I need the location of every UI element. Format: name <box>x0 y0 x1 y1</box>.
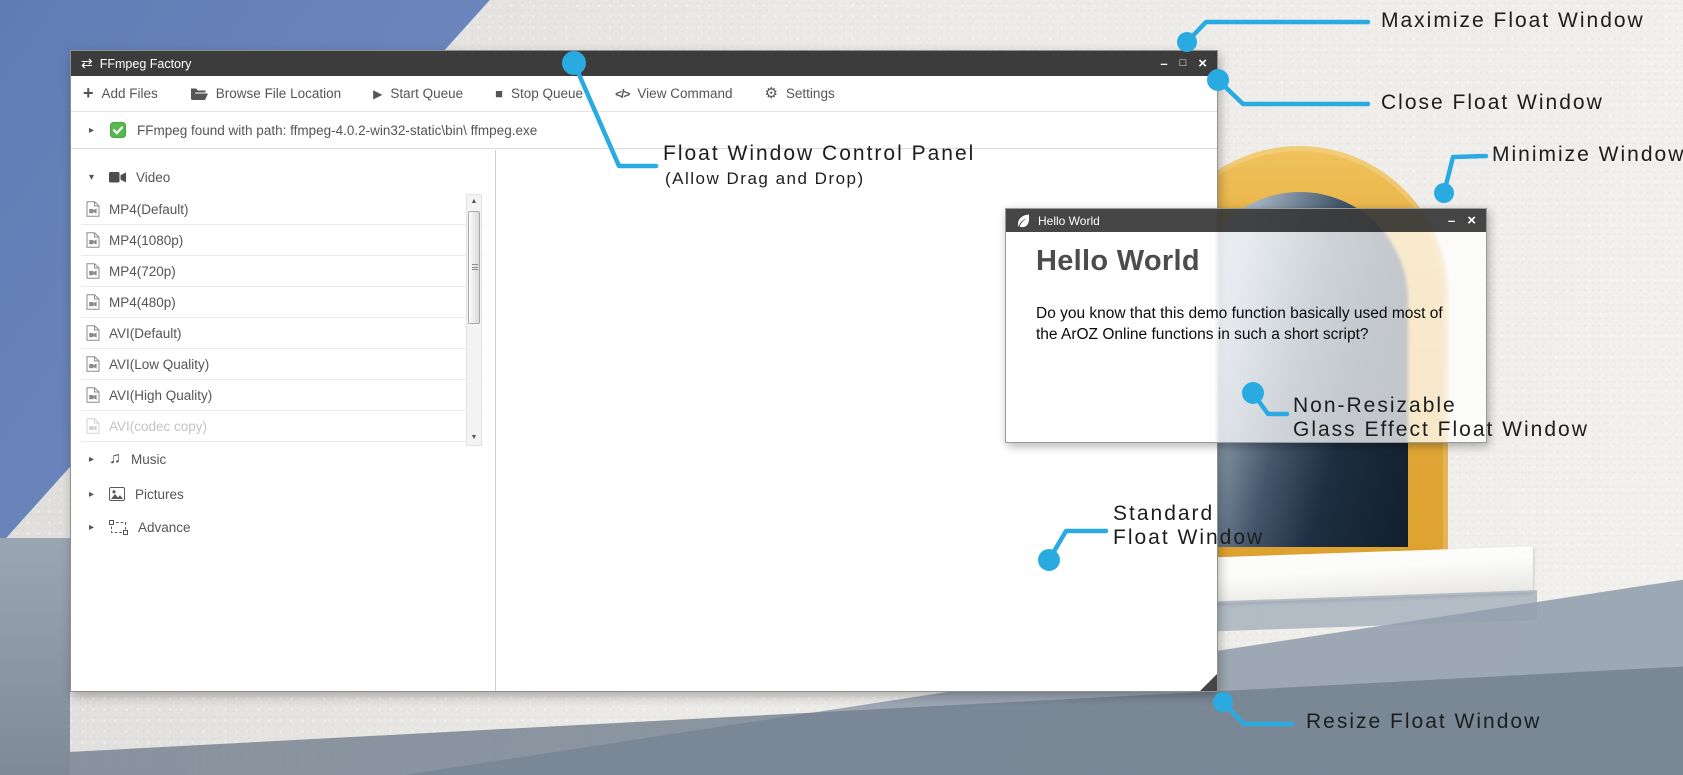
play-icon: ▶ <box>373 88 382 100</box>
caret-right-icon: ▸ <box>89 489 99 500</box>
exchange-icon: ⇄ <box>81 55 93 72</box>
file-video-icon <box>86 232 100 248</box>
minimize-button[interactable]: – <box>1448 214 1455 227</box>
view-command-button[interactable]: </> View Command <box>615 86 732 101</box>
preset-list: MP4(Default) MP4(1080p) MP4(720p) MP4(48… <box>81 194 483 446</box>
preset-label: AVI(codec copy) <box>109 419 207 434</box>
caret-right-icon: ▸ <box>89 522 99 533</box>
maximize-button[interactable]: □ <box>1180 58 1187 69</box>
annotation-control-panel: Float Window Control Panel <box>663 142 975 166</box>
stop-queue-button[interactable]: ■ Stop Queue <box>495 86 583 101</box>
tree-item-advance[interactable]: ▸ Advance <box>89 517 191 537</box>
view-command-label: View Command <box>637 86 732 101</box>
annotation-close: Close Float Window <box>1381 91 1604 115</box>
file-video-icon <box>86 387 100 403</box>
file-video-icon <box>86 418 100 434</box>
preset-row-avi-default[interactable]: AVI(Default) <box>81 318 483 349</box>
tree-item-pictures[interactable]: ▸ Pictures <box>89 484 184 504</box>
scrollbar-grip <box>472 264 478 270</box>
plus-icon: + <box>83 84 94 102</box>
panel-divider <box>495 150 496 691</box>
background-left-shadow <box>0 538 70 775</box>
leaf-icon <box>1016 213 1031 228</box>
close-button[interactable]: × <box>1467 213 1476 228</box>
resize-handle[interactable] <box>1200 674 1217 691</box>
preset-row-mp4-720p[interactable]: MP4(720p) <box>81 256 483 287</box>
tree-music-label: Music <box>131 452 166 467</box>
preset-list-scrollbar[interactable]: ▲ ▼ <box>466 194 482 446</box>
tree-pictures-label: Pictures <box>135 487 184 502</box>
annotation-standard-line2: Float Window <box>1113 526 1264 550</box>
caret-down-icon: ▾ <box>89 172 99 183</box>
hello-world-text: Do you know that this demo function basi… <box>1036 304 1468 346</box>
preset-label: MP4(Default) <box>109 202 189 217</box>
ffmpeg-window-controls: – □ × <box>1160 56 1207 71</box>
preset-row-avi-high[interactable]: AVI(High Quality) <box>81 380 483 411</box>
gear-icon: ⚙ <box>764 86 777 101</box>
ffmpeg-toolbar: + Add Files Browse File Location ▶ Start… <box>71 76 1217 112</box>
annotation-control-panel-sub: (Allow Drag and Drop) <box>665 169 865 189</box>
hello-world-titlebar[interactable]: Hello World – × <box>1006 209 1486 232</box>
preset-row-mp4-default[interactable]: MP4(Default) <box>81 194 483 225</box>
preset-label: AVI(Low Quality) <box>109 357 209 372</box>
code-icon: </> <box>615 88 629 100</box>
hello-world-title: Hello World <box>1038 214 1100 228</box>
add-files-button[interactable]: + Add Files <box>83 86 158 102</box>
picture-icon <box>109 487 125 501</box>
ffmpeg-status-row[interactable]: ▸ FFmpeg found with path: ffmpeg-4.0.2-w… <box>71 112 1217 149</box>
file-video-icon <box>86 201 100 217</box>
preset-label: AVI(Default) <box>109 326 182 341</box>
annotation-standard-line1: Standard <box>1113 502 1214 526</box>
hello-world-heading: Hello World <box>1036 245 1200 278</box>
ffmpeg-status-text: FFmpeg found with path: ffmpeg-4.0.2-win… <box>137 123 537 138</box>
tree-item-music[interactable]: ▸ ♫ Music <box>89 449 166 469</box>
browse-file-location-button[interactable]: Browse File Location <box>190 86 341 101</box>
browse-file-location-label: Browse File Location <box>216 86 341 101</box>
preset-label: MP4(480p) <box>109 295 176 310</box>
preset-label: MP4(720p) <box>109 264 176 279</box>
add-files-label: Add Files <box>102 86 158 101</box>
file-video-icon <box>86 263 100 279</box>
tree-advance-label: Advance <box>138 520 191 535</box>
tree-item-video[interactable]: ▾ Video <box>89 167 170 187</box>
preset-row-avi-codec-copy[interactable]: AVI(codec copy) <box>81 411 483 442</box>
start-queue-label: Start Queue <box>390 86 463 101</box>
scroll-up-button[interactable]: ▲ <box>467 195 481 209</box>
preset-row-avi-low[interactable]: AVI(Low Quality) <box>81 349 483 380</box>
minimize-button[interactable]: – <box>1160 57 1167 70</box>
tree-video-label: Video <box>136 170 170 185</box>
ffmpeg-titlebar[interactable]: ⇄ FFmpeg Factory – □ × <box>71 51 1217 76</box>
desktop: ⇄ FFmpeg Factory – □ × + Add Files Brows… <box>0 0 1683 775</box>
video-camera-icon <box>109 171 126 184</box>
file-video-icon <box>86 325 100 341</box>
checkbox-checked-icon <box>110 122 126 138</box>
annotation-glass-line2: Glass Effect Float Window <box>1293 418 1589 442</box>
music-note-icon: ♫ <box>109 451 121 467</box>
settings-label: Settings <box>786 86 835 101</box>
ffmpeg-window-title: FFmpeg Factory <box>100 57 192 71</box>
scroll-down-button[interactable]: ▼ <box>467 431 481 445</box>
stop-queue-label: Stop Queue <box>511 86 583 101</box>
annotation-maximize: Maximize Float Window <box>1381 9 1645 33</box>
file-video-icon <box>86 356 100 372</box>
annotation-minimize: Minimize Window <box>1492 143 1683 167</box>
annotation-glass-line1: Non-Resizable <box>1293 394 1457 418</box>
preset-label: AVI(High Quality) <box>109 388 212 403</box>
caret-right-icon: ▸ <box>89 125 99 136</box>
scrollbar-thumb[interactable] <box>468 211 480 324</box>
preset-row-mp4-1080p[interactable]: MP4(1080p) <box>81 225 483 256</box>
caret-right-icon: ▸ <box>89 454 99 465</box>
preset-label: MP4(1080p) <box>109 233 183 248</box>
start-queue-button[interactable]: ▶ Start Queue <box>373 86 463 101</box>
file-video-icon <box>86 294 100 310</box>
stop-icon: ■ <box>495 87 503 100</box>
preset-row-partial[interactable] <box>81 442 483 446</box>
close-button[interactable]: × <box>1198 56 1207 71</box>
folder-open-icon <box>190 87 208 101</box>
preset-row-mp4-480p[interactable]: MP4(480p) <box>81 287 483 318</box>
object-group-icon <box>109 520 128 535</box>
hello-world-controls: – × <box>1448 213 1476 228</box>
annotation-resize: Resize Float Window <box>1306 710 1541 734</box>
settings-button[interactable]: ⚙ Settings <box>764 86 834 101</box>
